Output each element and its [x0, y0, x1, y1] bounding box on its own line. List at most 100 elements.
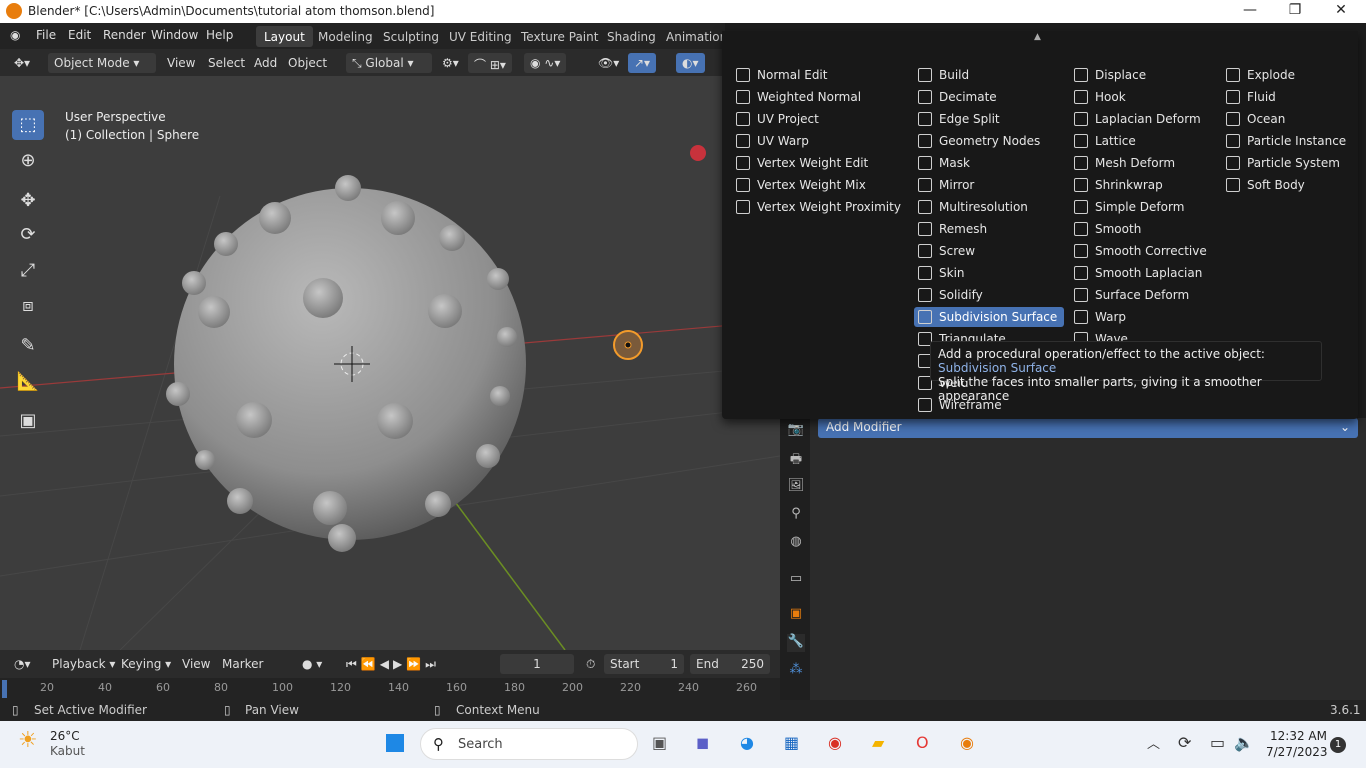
- transform-tool-icon[interactable]: ⧈: [12, 291, 44, 321]
- keying-menu[interactable]: Keying ▾: [115, 654, 177, 674]
- modifier-item-laplacian-deform[interactable]: Laplacian Deform: [1070, 109, 1221, 129]
- modifier-item-build[interactable]: Build: [914, 65, 989, 85]
- annotate-tool-icon[interactable]: ✎: [12, 331, 44, 361]
- record-button-icon[interactable]: ● ▾: [296, 654, 328, 674]
- modifier-item-edge-split[interactable]: Edge Split: [914, 109, 1020, 129]
- menu-select[interactable]: Select: [202, 53, 251, 73]
- modifier-item-subdivision-surface[interactable]: Subdivision Surface: [914, 307, 1064, 327]
- world-tab-icon[interactable]: ◍: [787, 534, 805, 552]
- start-frame-field[interactable]: Start 1: [604, 654, 684, 674]
- sync-icon[interactable]: ⟳: [1178, 733, 1191, 752]
- playhead[interactable]: [2, 680, 7, 698]
- maximize-button[interactable]: ❐: [1272, 2, 1318, 21]
- end-frame-field[interactable]: End 250: [690, 654, 770, 674]
- timeline-view-menu[interactable]: View: [176, 654, 216, 674]
- modifier-item-warp[interactable]: Warp: [1070, 307, 1146, 327]
- playback-controls[interactable]: ⏮⏪◀▶⏩⏭: [340, 654, 446, 674]
- store-icon[interactable]: ▦: [784, 733, 799, 752]
- modifier-item-weighted-normal[interactable]: Weighted Normal: [732, 87, 881, 107]
- modifier-item-vertex-weight-proximity[interactable]: Vertex Weight Proximity: [732, 197, 921, 217]
- notification-badge[interactable]: 1: [1330, 737, 1346, 753]
- workspace-tab-modeling[interactable]: Modeling: [310, 26, 381, 47]
- modifier-item-mask[interactable]: Mask: [914, 153, 990, 173]
- add-cube-tool-icon[interactable]: ▣: [12, 406, 44, 436]
- add-modifier-button[interactable]: Add Modifier ⌄: [818, 418, 1358, 438]
- modifier-item-mesh-deform[interactable]: Mesh Deform: [1070, 153, 1195, 173]
- frame-ruler[interactable]: 20 40 60 80 100 120 140 160 180 200 220 240 260: [0, 678, 780, 700]
- object-tab-icon[interactable]: ▣: [787, 606, 805, 624]
- workspace-tab-texture-paint[interactable]: Texture Paint: [513, 26, 606, 47]
- modifier-item-smooth[interactable]: Smooth: [1070, 219, 1161, 239]
- marker-menu[interactable]: Marker: [216, 654, 269, 674]
- volume-icon[interactable]: 🔈: [1234, 733, 1254, 752]
- object-mode-dropdown[interactable]: Object Mode ▾: [48, 53, 156, 73]
- modifier-item-displace[interactable]: Displace: [1070, 65, 1166, 85]
- workspace-tab-shading[interactable]: Shading: [599, 26, 664, 47]
- timer-icon[interactable]: ⏱: [580, 654, 601, 674]
- modifier-tab-icon[interactable]: 🔧: [787, 634, 805, 652]
- menu-file[interactable]: File: [36, 28, 56, 42]
- menu-object[interactable]: Object: [282, 53, 333, 73]
- menu-render[interactable]: Render: [103, 28, 146, 42]
- modifier-item-mirror[interactable]: Mirror: [914, 175, 994, 195]
- blender-menu-icon[interactable]: ◉: [10, 28, 20, 42]
- network-icon[interactable]: ▭: [1210, 733, 1225, 752]
- modifier-item-uv-warp[interactable]: UV Warp: [732, 131, 829, 151]
- current-frame-field[interactable]: 1: [500, 654, 574, 674]
- modifier-item-uv-project[interactable]: UV Project: [732, 109, 839, 129]
- timeline-editor-type-icon[interactable]: ◔▾: [8, 654, 37, 674]
- clock-date[interactable]: 7/27/2023: [1266, 745, 1328, 759]
- menu-view[interactable]: View: [161, 53, 201, 73]
- workspace-tab-uv-editing[interactable]: UV Editing: [441, 26, 520, 47]
- modifier-item-multiresolution[interactable]: Multiresolution: [914, 197, 1048, 217]
- rotate-tool-icon[interactable]: ⟳: [12, 220, 44, 250]
- modifier-item-solidify[interactable]: Solidify: [914, 285, 1003, 305]
- measure-tool-icon[interactable]: 📐: [12, 367, 44, 397]
- output-tab-icon[interactable]: 🖶: [787, 450, 805, 468]
- overlay-toggle-icon[interactable]: ◐▾: [676, 53, 705, 73]
- edge-icon[interactable]: ◕: [740, 733, 754, 752]
- blender-taskbar-icon[interactable]: ◉: [960, 733, 974, 752]
- workspace-tab-layout[interactable]: Layout: [256, 26, 313, 47]
- pivot-icon[interactable]: ⚙▾: [436, 53, 465, 73]
- select-box-tool-icon[interactable]: ⬚: [12, 110, 44, 140]
- modifier-item-surface-deform[interactable]: Surface Deform: [1070, 285, 1209, 305]
- file-explorer-icon[interactable]: ▰: [872, 733, 884, 752]
- meet-icon[interactable]: ◼: [696, 733, 709, 752]
- modifier-item-lattice[interactable]: Lattice: [1070, 131, 1156, 151]
- modifier-item-vertex-weight-mix[interactable]: Vertex Weight Mix: [732, 175, 886, 195]
- gizmo-toggle-icon[interactable]: ↗▾: [628, 53, 657, 73]
- task-view-icon[interactable]: ▣: [652, 733, 667, 752]
- scale-tool-icon[interactable]: ⤢: [12, 256, 44, 286]
- proportional-edit-icon[interactable]: ◉ ∿▾: [524, 53, 567, 73]
- modifier-item-simple-deform[interactable]: Simple Deform: [1070, 197, 1204, 217]
- taskbar-search[interactable]: ⚲ Search: [420, 728, 638, 760]
- modifier-item-particle-system[interactable]: Particle System: [1222, 153, 1360, 173]
- modifier-item-geometry-nodes[interactable]: Geometry Nodes: [914, 131, 1060, 151]
- modifier-item-smooth-laplacian[interactable]: Smooth Laplacian: [1070, 263, 1222, 283]
- editor-type-icon[interactable]: ✥▾: [8, 53, 36, 73]
- modifier-item-shrinkwrap[interactable]: Shrinkwrap: [1070, 175, 1183, 195]
- modifier-item-ocean[interactable]: Ocean: [1222, 109, 1305, 129]
- chrome-icon[interactable]: ◉: [828, 733, 842, 752]
- menu-add[interactable]: Add: [248, 53, 283, 73]
- modifier-item-fluid[interactable]: Fluid: [1222, 87, 1296, 107]
- render-tab-icon[interactable]: 📷: [787, 422, 805, 440]
- tray-overflow-icon[interactable]: ︿: [1147, 733, 1160, 752]
- collection-tab-icon[interactable]: ▭: [787, 571, 805, 589]
- scroll-up-arrow-icon[interactable]: ▲: [1034, 32, 1041, 42]
- cursor-tool-icon[interactable]: ⊕: [12, 146, 44, 176]
- workspace-tab-sculpting[interactable]: Sculpting: [375, 26, 447, 47]
- scene-tab-icon[interactable]: ⚲: [787, 506, 805, 524]
- close-button[interactable]: ✕: [1318, 2, 1364, 21]
- move-tool-icon[interactable]: ✥: [12, 186, 44, 216]
- minimize-button[interactable]: —: [1227, 2, 1273, 21]
- modifier-item-remesh[interactable]: Remesh: [914, 219, 1007, 239]
- modifier-item-screw[interactable]: Screw: [914, 241, 995, 261]
- menu-window[interactable]: Window: [151, 28, 198, 42]
- snap-icon[interactable]: ⌒ ⊞▾: [468, 53, 512, 73]
- modifier-item-vertex-weight-edit[interactable]: Vertex Weight Edit: [732, 153, 888, 173]
- menu-help[interactable]: Help: [206, 28, 233, 42]
- 3d-viewport[interactable]: ⬚ ⊕ ✥ ⟳ ⤢ ⧈ ✎ 📐 ▣ User Perspective (1) C…: [0, 76, 780, 650]
- modifier-item-smooth-corrective[interactable]: Smooth Corrective: [1070, 241, 1227, 261]
